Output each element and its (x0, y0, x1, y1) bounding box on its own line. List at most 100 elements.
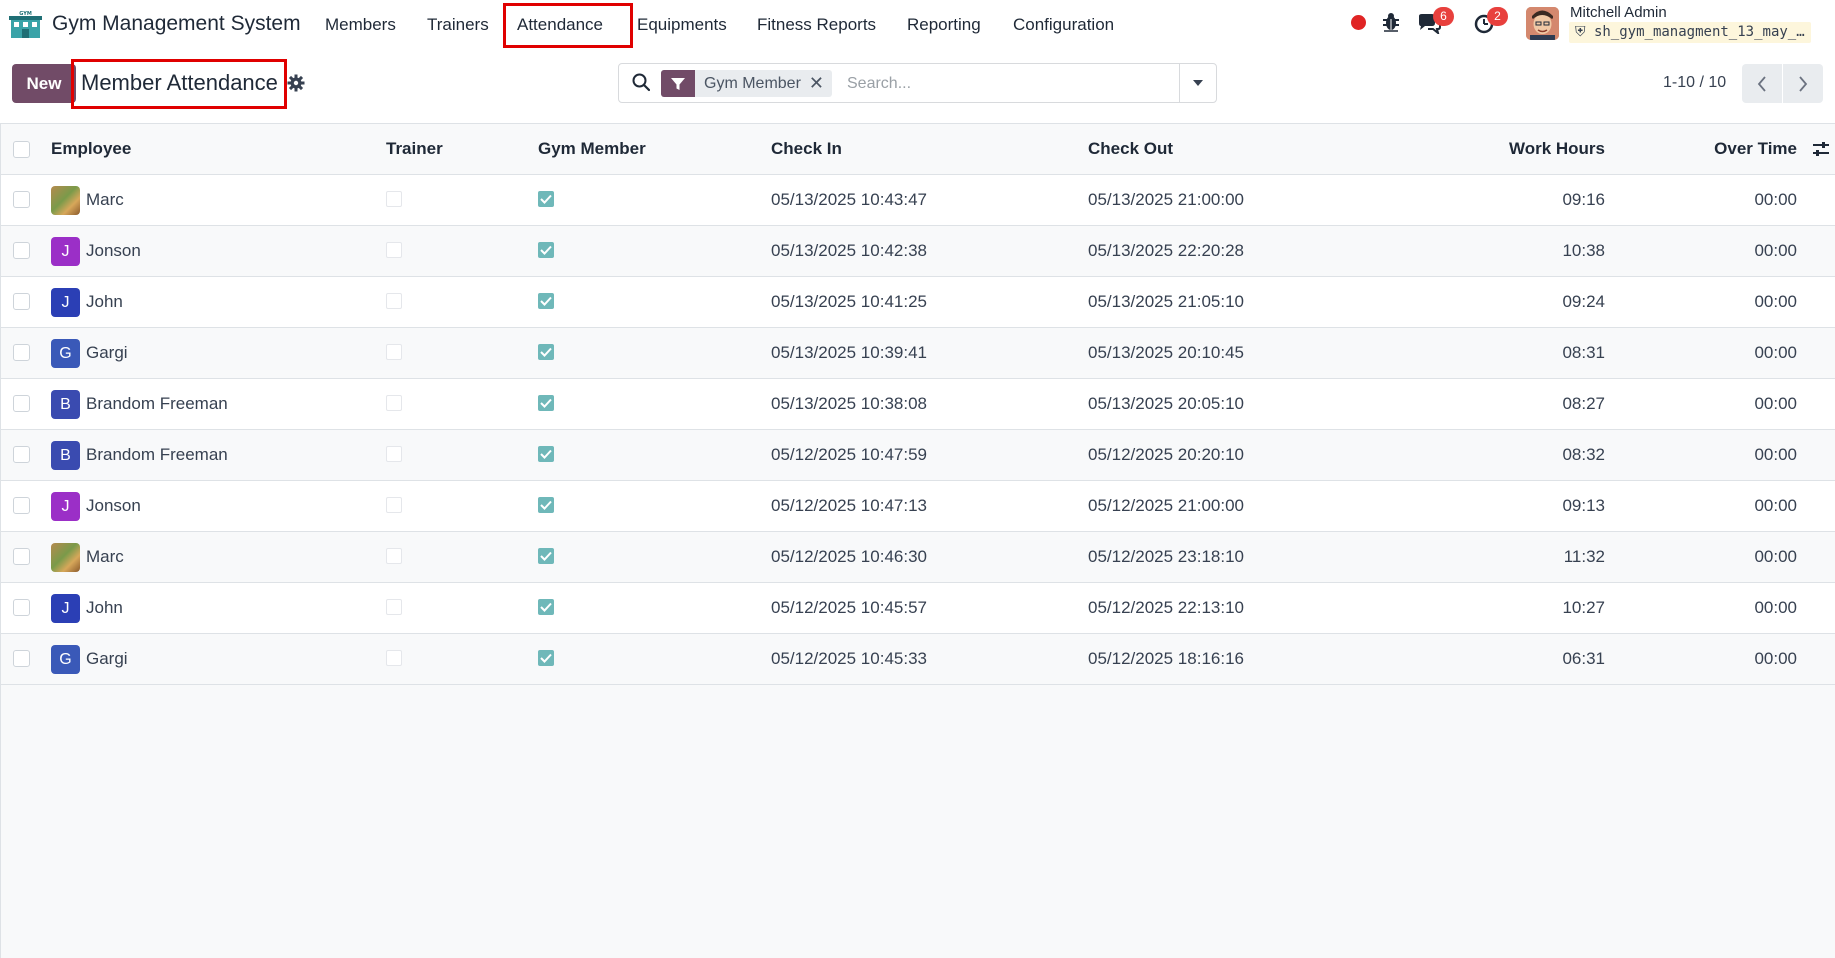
over-time-value[interactable]: 00:00 (1754, 547, 1797, 567)
column-trainer[interactable]: Trainer (386, 139, 443, 159)
over-time-value[interactable]: 00:00 (1754, 343, 1797, 363)
table-row[interactable]: J John 05/12/2025 10:45:57 05/12/2025 22… (1, 583, 1835, 634)
table-row[interactable]: G Gargi 05/12/2025 10:45:33 05/12/2025 1… (1, 634, 1835, 685)
row-checkbox[interactable] (13, 446, 30, 463)
table-row[interactable]: J Jonson 05/12/2025 10:47:13 05/12/2025 … (1, 481, 1835, 532)
check-in-value[interactable]: 05/12/2025 10:45:57 (771, 598, 927, 618)
check-out-value[interactable]: 05/13/2025 22:20:28 (1088, 241, 1244, 261)
over-time-value[interactable]: 00:00 (1754, 598, 1797, 618)
column-employee[interactable]: Employee (51, 139, 131, 159)
employee-name[interactable]: Gargi (86, 343, 128, 363)
database-chip[interactable]: ⛨ sh_gym_managment_13_may_… (1569, 22, 1811, 43)
check-in-value[interactable]: 05/13/2025 10:43:47 (771, 190, 927, 210)
check-out-value[interactable]: 05/12/2025 18:16:16 (1088, 649, 1244, 669)
search-icon[interactable] (632, 73, 651, 97)
employee-name[interactable]: Marc (86, 190, 124, 210)
menu-fitness-reports[interactable]: Fitness Reports (757, 15, 876, 35)
table-row[interactable]: J Jonson 05/13/2025 10:42:38 05/13/2025 … (1, 226, 1835, 277)
employee-name[interactable]: Gargi (86, 649, 128, 669)
employee-name[interactable]: Marc (86, 547, 124, 567)
new-button[interactable]: New (12, 64, 76, 103)
check-out-value[interactable]: 05/13/2025 20:10:45 (1088, 343, 1244, 363)
work-hours-value[interactable]: 08:32 (1562, 445, 1605, 465)
row-checkbox[interactable] (13, 548, 30, 565)
row-checkbox[interactable] (13, 395, 30, 412)
check-in-value[interactable]: 05/12/2025 10:45:33 (771, 649, 927, 669)
select-all-checkbox[interactable] (13, 141, 30, 158)
check-in-value[interactable]: 05/12/2025 10:46:30 (771, 547, 927, 567)
check-out-value[interactable]: 05/13/2025 21:05:10 (1088, 292, 1244, 312)
work-hours-value[interactable]: 10:27 (1562, 598, 1605, 618)
over-time-value[interactable]: 00:00 (1754, 649, 1797, 669)
menu-configuration[interactable]: Configuration (1013, 15, 1114, 35)
employee-name[interactable]: Brandom Freeman (86, 394, 228, 414)
table-row[interactable]: B Brandom Freeman 05/12/2025 10:47:59 05… (1, 430, 1835, 481)
row-checkbox[interactable] (13, 344, 30, 361)
work-hours-value[interactable]: 06:31 (1562, 649, 1605, 669)
search-input[interactable] (847, 72, 1177, 96)
check-out-value[interactable]: 05/12/2025 20:20:10 (1088, 445, 1244, 465)
check-in-value[interactable]: 05/13/2025 10:41:25 (771, 292, 927, 312)
column-check-out[interactable]: Check Out (1088, 139, 1173, 159)
over-time-value[interactable]: 00:00 (1754, 241, 1797, 261)
pager-previous-button[interactable] (1742, 64, 1782, 103)
pager-next-button[interactable] (1783, 64, 1823, 103)
check-in-value[interactable]: 05/12/2025 10:47:13 (771, 496, 927, 516)
app-title[interactable]: Gym Management System (52, 12, 301, 36)
table-row[interactable]: Marc 05/13/2025 10:43:47 05/13/2025 21:0… (1, 175, 1835, 226)
work-hours-value[interactable]: 11:32 (1564, 547, 1605, 567)
column-check-in[interactable]: Check In (771, 139, 842, 159)
work-hours-value[interactable]: 08:31 (1562, 343, 1605, 363)
recording-dot-icon[interactable] (1351, 15, 1366, 30)
table-row[interactable]: G Gargi 05/13/2025 10:39:41 05/13/2025 2… (1, 328, 1835, 379)
table-row[interactable]: J John 05/13/2025 10:41:25 05/13/2025 21… (1, 277, 1835, 328)
pager-value[interactable]: 1-10 / 10 (1663, 74, 1726, 92)
user-avatar[interactable] (1526, 7, 1559, 40)
menu-reporting[interactable]: Reporting (907, 15, 981, 35)
over-time-value[interactable]: 00:00 (1754, 394, 1797, 414)
check-out-value[interactable]: 05/12/2025 22:13:10 (1088, 598, 1244, 618)
table-row[interactable]: B Brandom Freeman 05/13/2025 10:38:08 05… (1, 379, 1835, 430)
row-checkbox[interactable] (13, 242, 30, 259)
table-row[interactable]: Marc 05/12/2025 10:46:30 05/12/2025 23:1… (1, 532, 1835, 583)
check-in-value[interactable]: 05/13/2025 10:38:08 (771, 394, 927, 414)
column-settings-icon[interactable] (1812, 140, 1830, 163)
over-time-value[interactable]: 00:00 (1754, 445, 1797, 465)
work-hours-value[interactable]: 10:38 (1562, 241, 1605, 261)
employee-name[interactable]: Jonson (86, 496, 141, 516)
employee-name[interactable]: Brandom Freeman (86, 445, 228, 465)
close-icon[interactable]: ✕ (809, 73, 832, 94)
column-over-time[interactable]: Over Time (1714, 139, 1797, 159)
work-hours-value[interactable]: 09:24 (1562, 292, 1605, 312)
over-time-value[interactable]: 00:00 (1754, 496, 1797, 516)
work-hours-value[interactable]: 08:27 (1562, 394, 1605, 414)
menu-trainers[interactable]: Trainers (427, 15, 489, 35)
row-checkbox[interactable] (13, 497, 30, 514)
row-checkbox[interactable] (13, 599, 30, 616)
check-in-value[interactable]: 05/13/2025 10:42:38 (771, 241, 927, 261)
menu-members[interactable]: Members (325, 15, 396, 35)
filter-facet[interactable]: Gym Member ✕ (661, 70, 832, 97)
row-checkbox[interactable] (13, 293, 30, 310)
work-hours-value[interactable]: 09:16 (1562, 190, 1605, 210)
over-time-value[interactable]: 00:00 (1754, 292, 1797, 312)
menu-equipments[interactable]: Equipments (637, 15, 727, 35)
check-out-value[interactable]: 05/12/2025 21:00:00 (1088, 496, 1244, 516)
row-checkbox[interactable] (13, 191, 30, 208)
employee-name[interactable]: Jonson (86, 241, 141, 261)
employee-name[interactable]: John (86, 292, 123, 312)
row-checkbox[interactable] (13, 650, 30, 667)
search-options-toggle[interactable] (1179, 64, 1216, 102)
bug-icon[interactable] (1382, 12, 1400, 37)
column-work-hours[interactable]: Work Hours (1509, 139, 1605, 159)
check-in-value[interactable]: 05/13/2025 10:39:41 (771, 343, 927, 363)
gear-icon[interactable] (287, 74, 305, 92)
employee-name[interactable]: John (86, 598, 123, 618)
work-hours-value[interactable]: 09:13 (1562, 496, 1605, 516)
check-out-value[interactable]: 05/12/2025 23:18:10 (1088, 547, 1244, 567)
check-out-value[interactable]: 05/13/2025 20:05:10 (1088, 394, 1244, 414)
check-out-value[interactable]: 05/13/2025 21:00:00 (1088, 190, 1244, 210)
check-in-value[interactable]: 05/12/2025 10:47:59 (771, 445, 927, 465)
over-time-value[interactable]: 00:00 (1754, 190, 1797, 210)
column-gym-member[interactable]: Gym Member (538, 139, 646, 159)
